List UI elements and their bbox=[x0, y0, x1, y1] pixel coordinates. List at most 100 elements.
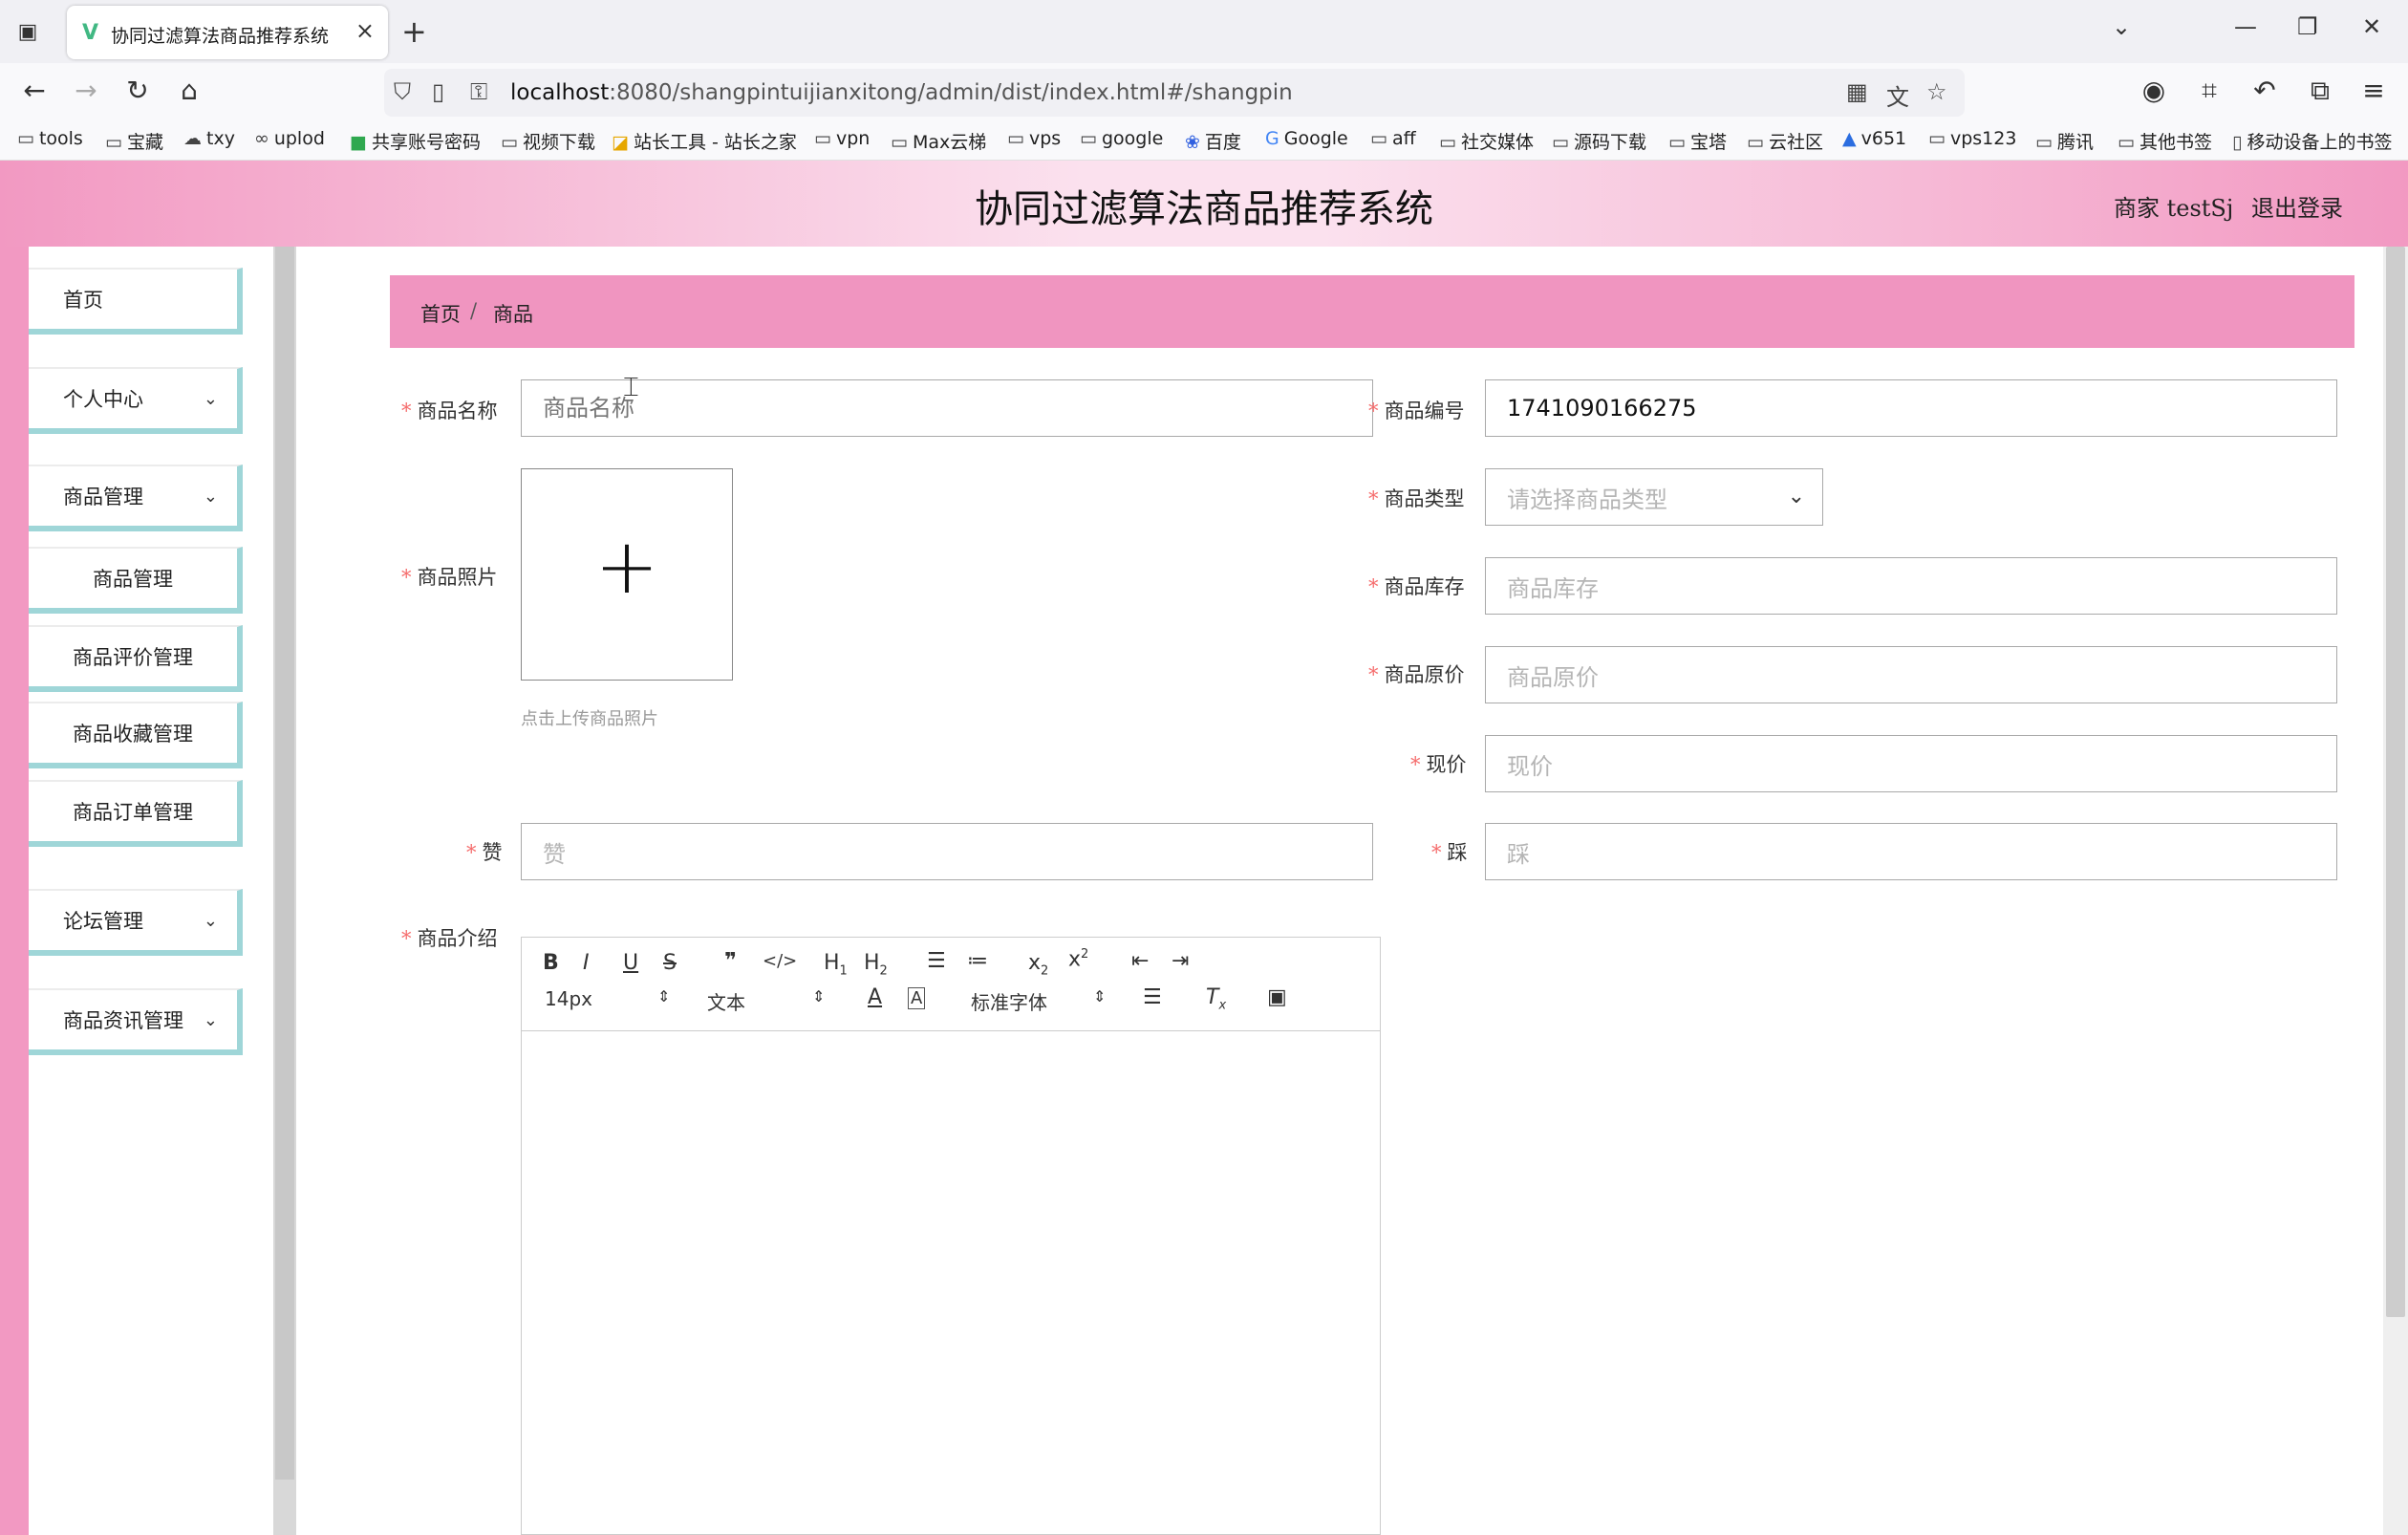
sidebar-subitem-goods-reviews[interactable]: 商品评价管理 bbox=[29, 625, 243, 692]
sidebar-item-home[interactable]: 首页 bbox=[29, 268, 243, 335]
folder-icon: ▭ bbox=[2035, 132, 2053, 153]
page-icon: ▯ bbox=[432, 78, 445, 105]
browser-tab-active[interactable]: V 协同过滤算法商品推荐系统 × bbox=[67, 6, 388, 59]
home-icon[interactable]: ⌂ bbox=[172, 75, 206, 106]
extensions-icon[interactable]: ⧉ bbox=[2303, 75, 2337, 107]
folder-icon: ▭ bbox=[1928, 128, 1946, 149]
app-title: 协同过滤算法商品推荐系统 bbox=[975, 187, 1433, 231]
outdent-icon[interactable]: ⇤ bbox=[1131, 949, 1149, 973]
font-size-select[interactable]: 14px ⇕ bbox=[545, 987, 670, 1010]
bullet-list-icon[interactable]: ≔ bbox=[967, 949, 988, 973]
sidebar-item-news[interactable]: 商品资讯管理 ⌄ bbox=[29, 988, 243, 1055]
background-color-icon[interactable]: A bbox=[908, 987, 926, 1009]
heading2-icon[interactable]: H2 bbox=[864, 951, 888, 978]
menu-icon[interactable]: ≡ bbox=[2356, 75, 2391, 106]
restore-icon[interactable]: ❐ bbox=[2297, 13, 2318, 40]
image-icon[interactable]: ▣ bbox=[1267, 985, 1287, 1009]
reload-icon[interactable]: ↻ bbox=[120, 75, 155, 106]
heading1-icon[interactable]: H1 bbox=[824, 951, 848, 978]
undo-icon[interactable]: ↶ bbox=[2247, 75, 2282, 106]
bookmark-item[interactable]: ▭ 宝塔 bbox=[1668, 128, 1727, 154]
strikethrough-icon[interactable]: S bbox=[663, 951, 677, 975]
code-block-icon[interactable]: </> bbox=[763, 951, 797, 971]
bookmark-item[interactable]: ▭ Max云梯 bbox=[891, 128, 986, 154]
bookmark-item[interactable]: ▭ aff bbox=[1370, 128, 1416, 149]
bold-icon[interactable]: B bbox=[543, 951, 559, 975]
align-icon[interactable]: ☰ bbox=[1143, 985, 1162, 1009]
bookmark-item[interactable]: ❀ 百度 bbox=[1185, 128, 1241, 154]
key-icon[interactable]: ⚿ bbox=[470, 78, 487, 105]
bookmark-item[interactable]: ▭ vps123 bbox=[1928, 128, 2016, 149]
sidebar-scrollbar-thumb[interactable] bbox=[275, 247, 294, 1480]
minimize-icon[interactable]: — bbox=[2234, 13, 2257, 40]
bookmark-item[interactable]: ▭ 腾讯 bbox=[2035, 128, 2094, 154]
current-price-input[interactable]: 现价 bbox=[1485, 735, 2337, 792]
bookmark-item[interactable]: ▭ 其他书签 bbox=[2118, 128, 2212, 154]
bookmark-item[interactable]: ▭ 宝藏 bbox=[105, 128, 163, 154]
underline-icon[interactable]: U bbox=[623, 951, 638, 975]
goods-stock-input[interactable]: 商品库存 bbox=[1485, 557, 2337, 615]
blockquote-icon[interactable]: ❞ bbox=[724, 949, 737, 973]
shield-icon[interactable]: ⛉ bbox=[394, 78, 411, 105]
breadcrumb-current: 商品 bbox=[493, 303, 533, 326]
bookmark-item[interactable]: ▯ 移动设备上的书签 bbox=[2232, 128, 2392, 154]
url-text[interactable]: localhost:8080/shangpintuijianxitong/adm… bbox=[510, 80, 1293, 105]
sidebar-item-forum[interactable]: 论坛管理 ⌄ bbox=[29, 889, 243, 956]
bookmark-item[interactable]: ∞ uplod bbox=[254, 128, 325, 149]
goods-name-input[interactable] bbox=[521, 379, 1373, 437]
italic-icon[interactable]: I bbox=[583, 951, 590, 975]
main-scrollbar-thumb[interactable] bbox=[2386, 247, 2405, 1317]
bookmark-item[interactable]: ▭ tools bbox=[17, 128, 83, 149]
bookmark-item[interactable]: ▲ v651 bbox=[1842, 128, 1906, 149]
breadcrumb-home[interactable]: 首页 bbox=[420, 299, 461, 328]
subscript-icon[interactable]: x2 bbox=[1028, 951, 1048, 978]
bookmark-item[interactable]: ▭ 云社区 bbox=[1747, 128, 1823, 154]
clear-format-icon[interactable]: Tx bbox=[1206, 985, 1226, 1012]
plus-icon: + bbox=[594, 522, 659, 611]
goods-type-label: * 商品类型 bbox=[1368, 487, 1465, 510]
qr-code-icon[interactable]: ▦ bbox=[1846, 78, 1868, 105]
bookmark-item[interactable]: ▭ vpn bbox=[814, 128, 870, 149]
bookmark-item[interactable]: ■ 共享账号密码 bbox=[350, 128, 481, 154]
back-icon[interactable]: ← bbox=[17, 75, 52, 106]
new-tab-icon[interactable]: + bbox=[401, 13, 427, 50]
goods-original-price-input[interactable]: 商品原价 bbox=[1485, 646, 2337, 703]
font-color-icon[interactable]: A bbox=[868, 985, 882, 1009]
tab-list-icon[interactable]: ▣ bbox=[13, 17, 42, 46]
sidebar-subitem-goods-favorites[interactable]: 商品收藏管理 bbox=[29, 702, 243, 768]
bookmark-item[interactable]: ▭ 社交媒体 bbox=[1439, 128, 1534, 154]
sidebar-item-goods-management[interactable]: 商品管理 ⌄ bbox=[29, 465, 243, 531]
bookmark-item[interactable]: G Google bbox=[1265, 128, 1348, 149]
indent-icon[interactable]: ⇥ bbox=[1172, 949, 1189, 973]
rich-text-editor[interactable]: B I U S ❞ </> H1 H2 ☰ ≔ x2 x2 ⇤ ⇥ 14px ⇕ … bbox=[521, 937, 1381, 1535]
dislike-input[interactable]: 踩 bbox=[1485, 823, 2337, 880]
screenshot-icon[interactable]: ⌗ bbox=[2192, 75, 2226, 107]
account-icon[interactable]: ◉ bbox=[2137, 75, 2171, 106]
bookmark-item[interactable]: ▭ 视频下载 bbox=[501, 128, 595, 154]
breadcrumb: 首页 / 商品 bbox=[390, 275, 2354, 348]
sidebar-subitem-goods-orders[interactable]: 商品订单管理 bbox=[29, 780, 243, 847]
star-icon[interactable]: ☆ bbox=[1926, 78, 1947, 105]
address-bar[interactable]: ⛉ ▯ ⚿ localhost:8080/shangpintuijianxito… bbox=[384, 69, 1965, 117]
bookmark-item[interactable]: ▭ 源码下载 bbox=[1552, 128, 1646, 154]
superscript-icon[interactable]: x2 bbox=[1068, 947, 1088, 971]
tab-overflow-chevron-icon[interactable]: ⌄ bbox=[2112, 13, 2131, 40]
sidebar-subitem-goods[interactable]: 商品管理 bbox=[29, 547, 243, 614]
sidebar-item-personal-center[interactable]: 个人中心 ⌄ bbox=[29, 367, 243, 434]
bookmark-item[interactable]: ☁ txy bbox=[183, 128, 235, 149]
logout-link[interactable]: 退出登录 bbox=[2251, 189, 2343, 223]
bookmark-item[interactable]: ◪ 站长工具 - 站长之家 bbox=[612, 128, 797, 154]
photo-upload-box[interactable]: + bbox=[521, 468, 733, 681]
header-select[interactable]: 文本 ⇕ bbox=[707, 987, 825, 1015]
ordered-list-icon[interactable]: ☰ bbox=[927, 949, 946, 973]
like-input[interactable]: 赞 bbox=[521, 823, 1373, 880]
goods-type-select[interactable]: 请选择商品类型 ⌄ bbox=[1485, 468, 1823, 526]
goods-code-input[interactable]: 1741090166275 bbox=[1485, 379, 2337, 437]
translate-icon[interactable]: 文 bbox=[1886, 78, 1909, 112]
bookmark-item[interactable]: ▭ google bbox=[1080, 128, 1163, 149]
font-family-select[interactable]: 标准字体 ⇕ bbox=[971, 987, 1106, 1015]
forward-icon[interactable]: → bbox=[69, 75, 103, 106]
window-close-icon[interactable]: ✕ bbox=[2362, 13, 2381, 40]
bookmark-item[interactable]: ▭ vps bbox=[1007, 128, 1061, 149]
tab-close-icon[interactable]: × bbox=[355, 17, 375, 44]
